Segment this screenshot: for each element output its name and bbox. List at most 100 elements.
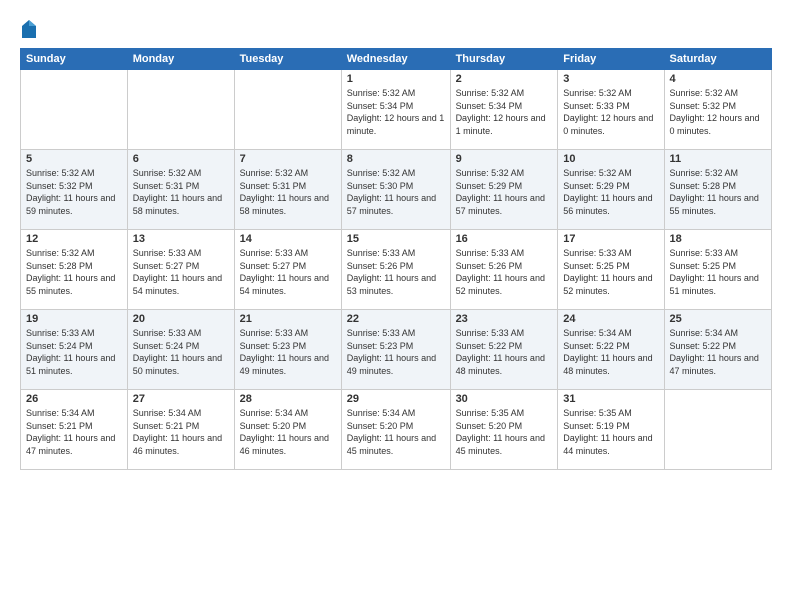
day-number: 4 (670, 73, 767, 85)
day-number: 6 (133, 153, 229, 165)
page: SundayMondayTuesdayWednesdayThursdayFrid… (0, 0, 792, 612)
day-of-week-header: Wednesday (341, 49, 450, 70)
calendar: SundayMondayTuesdayWednesdayThursdayFrid… (20, 48, 772, 470)
calendar-cell: 22Sunrise: 5:33 AMSunset: 5:23 PMDayligh… (341, 310, 450, 390)
day-info: Sunrise: 5:34 AMSunset: 5:21 PMDaylight:… (133, 407, 229, 457)
day-number: 22 (347, 313, 445, 325)
calendar-cell: 28 Sunrise: 5:34 AMSunset: 5:20 PMDayligh… (234, 390, 341, 470)
calendar-cell: 20Sunrise: 5:33 AMSunset: 5:24 PMDayligh… (127, 310, 234, 390)
header (20, 16, 772, 40)
calendar-cell: 6Sunrise: 5:32 AMSunset: 5:31 PMDaylight… (127, 150, 234, 230)
calendar-cell: 29Sunrise: 5:34 AMSunset: 5:20 PMDayligh… (341, 390, 450, 470)
day-info: Sunrise: 5:33 AMSunset: 5:26 PMDaylight:… (347, 247, 445, 297)
calendar-cell: 10 Sunrise: 5:32 AMSunset: 5:29 PMDayligh… (558, 150, 664, 230)
calendar-cell: 9 Sunrise: 5:32 AMSunset: 5:29 PMDaylight… (450, 150, 558, 230)
calendar-cell: 4 Sunrise: 5:32 AMSunset: 5:32 PMDaylight… (664, 70, 772, 150)
day-info: Sunrise: 5:34 AMSunset: 5:22 PMDaylight:… (670, 327, 767, 377)
calendar-cell: 27 Sunrise: 5:34 AMSunset: 5:21 PMDayligh… (127, 390, 234, 470)
logo-icon (20, 18, 38, 40)
day-info: Sunrise: 5:33 AMSunset: 5:25 PMDaylight:… (670, 247, 767, 297)
day-number: 19 (26, 313, 122, 325)
day-number: 30 (456, 393, 553, 405)
day-number: 10 (563, 153, 658, 165)
day-number: 12 (26, 233, 122, 245)
calendar-week-row: 1 Sunrise: 5:32 AMSunset: 5:34 PMDaylight… (21, 70, 772, 150)
calendar-cell: 23 Sunrise: 5:33 AMSunset: 5:22 PMDayligh… (450, 310, 558, 390)
calendar-cell: 16 Sunrise: 5:33 AMSunset: 5:26 PMDayligh… (450, 230, 558, 310)
calendar-week-row: 26 Sunrise: 5:34 AMSunset: 5:21 PMDayligh… (21, 390, 772, 470)
day-number: 31 (563, 393, 658, 405)
day-of-week-header: Sunday (21, 49, 128, 70)
logo (20, 16, 42, 40)
day-number: 14 (240, 233, 336, 245)
day-info: Sunrise: 5:33 AMSunset: 5:22 PMDaylight:… (456, 327, 553, 377)
day-info: Sunrise: 5:32 AMSunset: 5:34 PMDaylight:… (456, 87, 553, 137)
day-number: 23 (456, 313, 553, 325)
day-info: Sunrise: 5:32 AMSunset: 5:31 PMDaylight:… (240, 167, 336, 217)
day-info: Sunrise: 5:35 AMSunset: 5:19 PMDaylight:… (563, 407, 658, 457)
calendar-cell: 24 Sunrise: 5:34 AMSunset: 5:22 PMDayligh… (558, 310, 664, 390)
day-info: Sunrise: 5:33 AMSunset: 5:24 PMDaylight:… (133, 327, 229, 377)
day-number: 11 (670, 153, 767, 165)
calendar-cell (664, 390, 772, 470)
calendar-cell: 26Sunrise: 5:34 AMSunset: 5:21 PMDayligh… (21, 390, 128, 470)
day-number: 28 (240, 393, 336, 405)
day-info: Sunrise: 5:33 AMSunset: 5:26 PMDaylight:… (456, 247, 553, 297)
day-info: Sunrise: 5:32 AMSunset: 5:32 PMDaylight:… (26, 167, 122, 217)
day-number: 29 (347, 393, 445, 405)
day-of-week-header: Friday (558, 49, 664, 70)
calendar-cell: 25 Sunrise: 5:34 AMSunset: 5:22 PMDayligh… (664, 310, 772, 390)
day-number: 18 (670, 233, 767, 245)
day-info: Sunrise: 5:32 AMSunset: 5:32 PMDaylight:… (670, 87, 767, 137)
calendar-cell: 11 Sunrise: 5:32 AMSunset: 5:28 PMDayligh… (664, 150, 772, 230)
day-number: 13 (133, 233, 229, 245)
day-info: Sunrise: 5:32 AMSunset: 5:29 PMDaylight:… (456, 167, 553, 217)
day-info: Sunrise: 5:32 AMSunset: 5:28 PMDaylight:… (26, 247, 122, 297)
calendar-cell: 30 Sunrise: 5:35 AMSunset: 5:20 PMDayligh… (450, 390, 558, 470)
day-info: Sunrise: 5:33 AMSunset: 5:27 PMDaylight:… (133, 247, 229, 297)
day-number: 9 (456, 153, 553, 165)
day-info: Sunrise: 5:33 AMSunset: 5:25 PMDaylight:… (563, 247, 658, 297)
day-number: 21 (240, 313, 336, 325)
day-of-week-header: Tuesday (234, 49, 341, 70)
day-number: 26 (26, 393, 122, 405)
day-number: 16 (456, 233, 553, 245)
calendar-cell: 21 Sunrise: 5:33 AMSunset: 5:23 PMDayligh… (234, 310, 341, 390)
day-number: 27 (133, 393, 229, 405)
calendar-header-row: SundayMondayTuesdayWednesdayThursdayFrid… (21, 49, 772, 70)
day-info: Sunrise: 5:32 AMSunset: 5:30 PMDaylight:… (347, 167, 445, 217)
calendar-cell: 19 Sunrise: 5:33 AMSunset: 5:24 PMDayligh… (21, 310, 128, 390)
day-number: 1 (347, 73, 445, 85)
calendar-cell (21, 70, 128, 150)
day-info: Sunrise: 5:35 AMSunset: 5:20 PMDaylight:… (456, 407, 553, 457)
day-of-week-header: Saturday (664, 49, 772, 70)
day-number: 7 (240, 153, 336, 165)
day-info: Sunrise: 5:34 AMSunset: 5:22 PMDaylight:… (563, 327, 658, 377)
calendar-cell: 12 Sunrise: 5:32 AMSunset: 5:28 PMDayligh… (21, 230, 128, 310)
day-info: Sunrise: 5:32 AMSunset: 5:29 PMDaylight:… (563, 167, 658, 217)
day-number: 8 (347, 153, 445, 165)
calendar-cell (127, 70, 234, 150)
calendar-cell: 31 Sunrise: 5:35 AMSunset: 5:19 PMDayligh… (558, 390, 664, 470)
calendar-cell: 15 Sunrise: 5:33 AMSunset: 5:26 PMDayligh… (341, 230, 450, 310)
day-info: Sunrise: 5:33 AMSunset: 5:27 PMDaylight:… (240, 247, 336, 297)
calendar-cell (234, 70, 341, 150)
calendar-cell: 8 Sunrise: 5:32 AMSunset: 5:30 PMDaylight… (341, 150, 450, 230)
calendar-cell: 13 Sunrise: 5:33 AMSunset: 5:27 PMDayligh… (127, 230, 234, 310)
day-of-week-header: Monday (127, 49, 234, 70)
calendar-cell: 7 Sunrise: 5:32 AMSunset: 5:31 PMDaylight… (234, 150, 341, 230)
day-number: 2 (456, 73, 553, 85)
day-number: 17 (563, 233, 658, 245)
calendar-week-row: 5Sunrise: 5:32 AMSunset: 5:32 PMDaylight… (21, 150, 772, 230)
calendar-cell: 17 Sunrise: 5:33 AMSunset: 5:25 PMDayligh… (558, 230, 664, 310)
calendar-cell: 14 Sunrise: 5:33 AMSunset: 5:27 PMDayligh… (234, 230, 341, 310)
day-number: 24 (563, 313, 658, 325)
day-number: 25 (670, 313, 767, 325)
day-number: 3 (563, 73, 658, 85)
day-info: Sunrise: 5:33 AMSunset: 5:24 PMDaylight:… (26, 327, 122, 377)
day-info: Sunrise: 5:32 AMSunset: 5:34 PMDaylight:… (347, 87, 445, 137)
day-info: Sunrise: 5:33 AMSunset: 5:23 PMDaylight:… (240, 327, 336, 377)
day-info: Sunrise: 5:34 AMSunset: 5:20 PMDaylight:… (240, 407, 336, 457)
day-number: 15 (347, 233, 445, 245)
day-info: Sunrise: 5:32 AMSunset: 5:28 PMDaylight:… (670, 167, 767, 217)
